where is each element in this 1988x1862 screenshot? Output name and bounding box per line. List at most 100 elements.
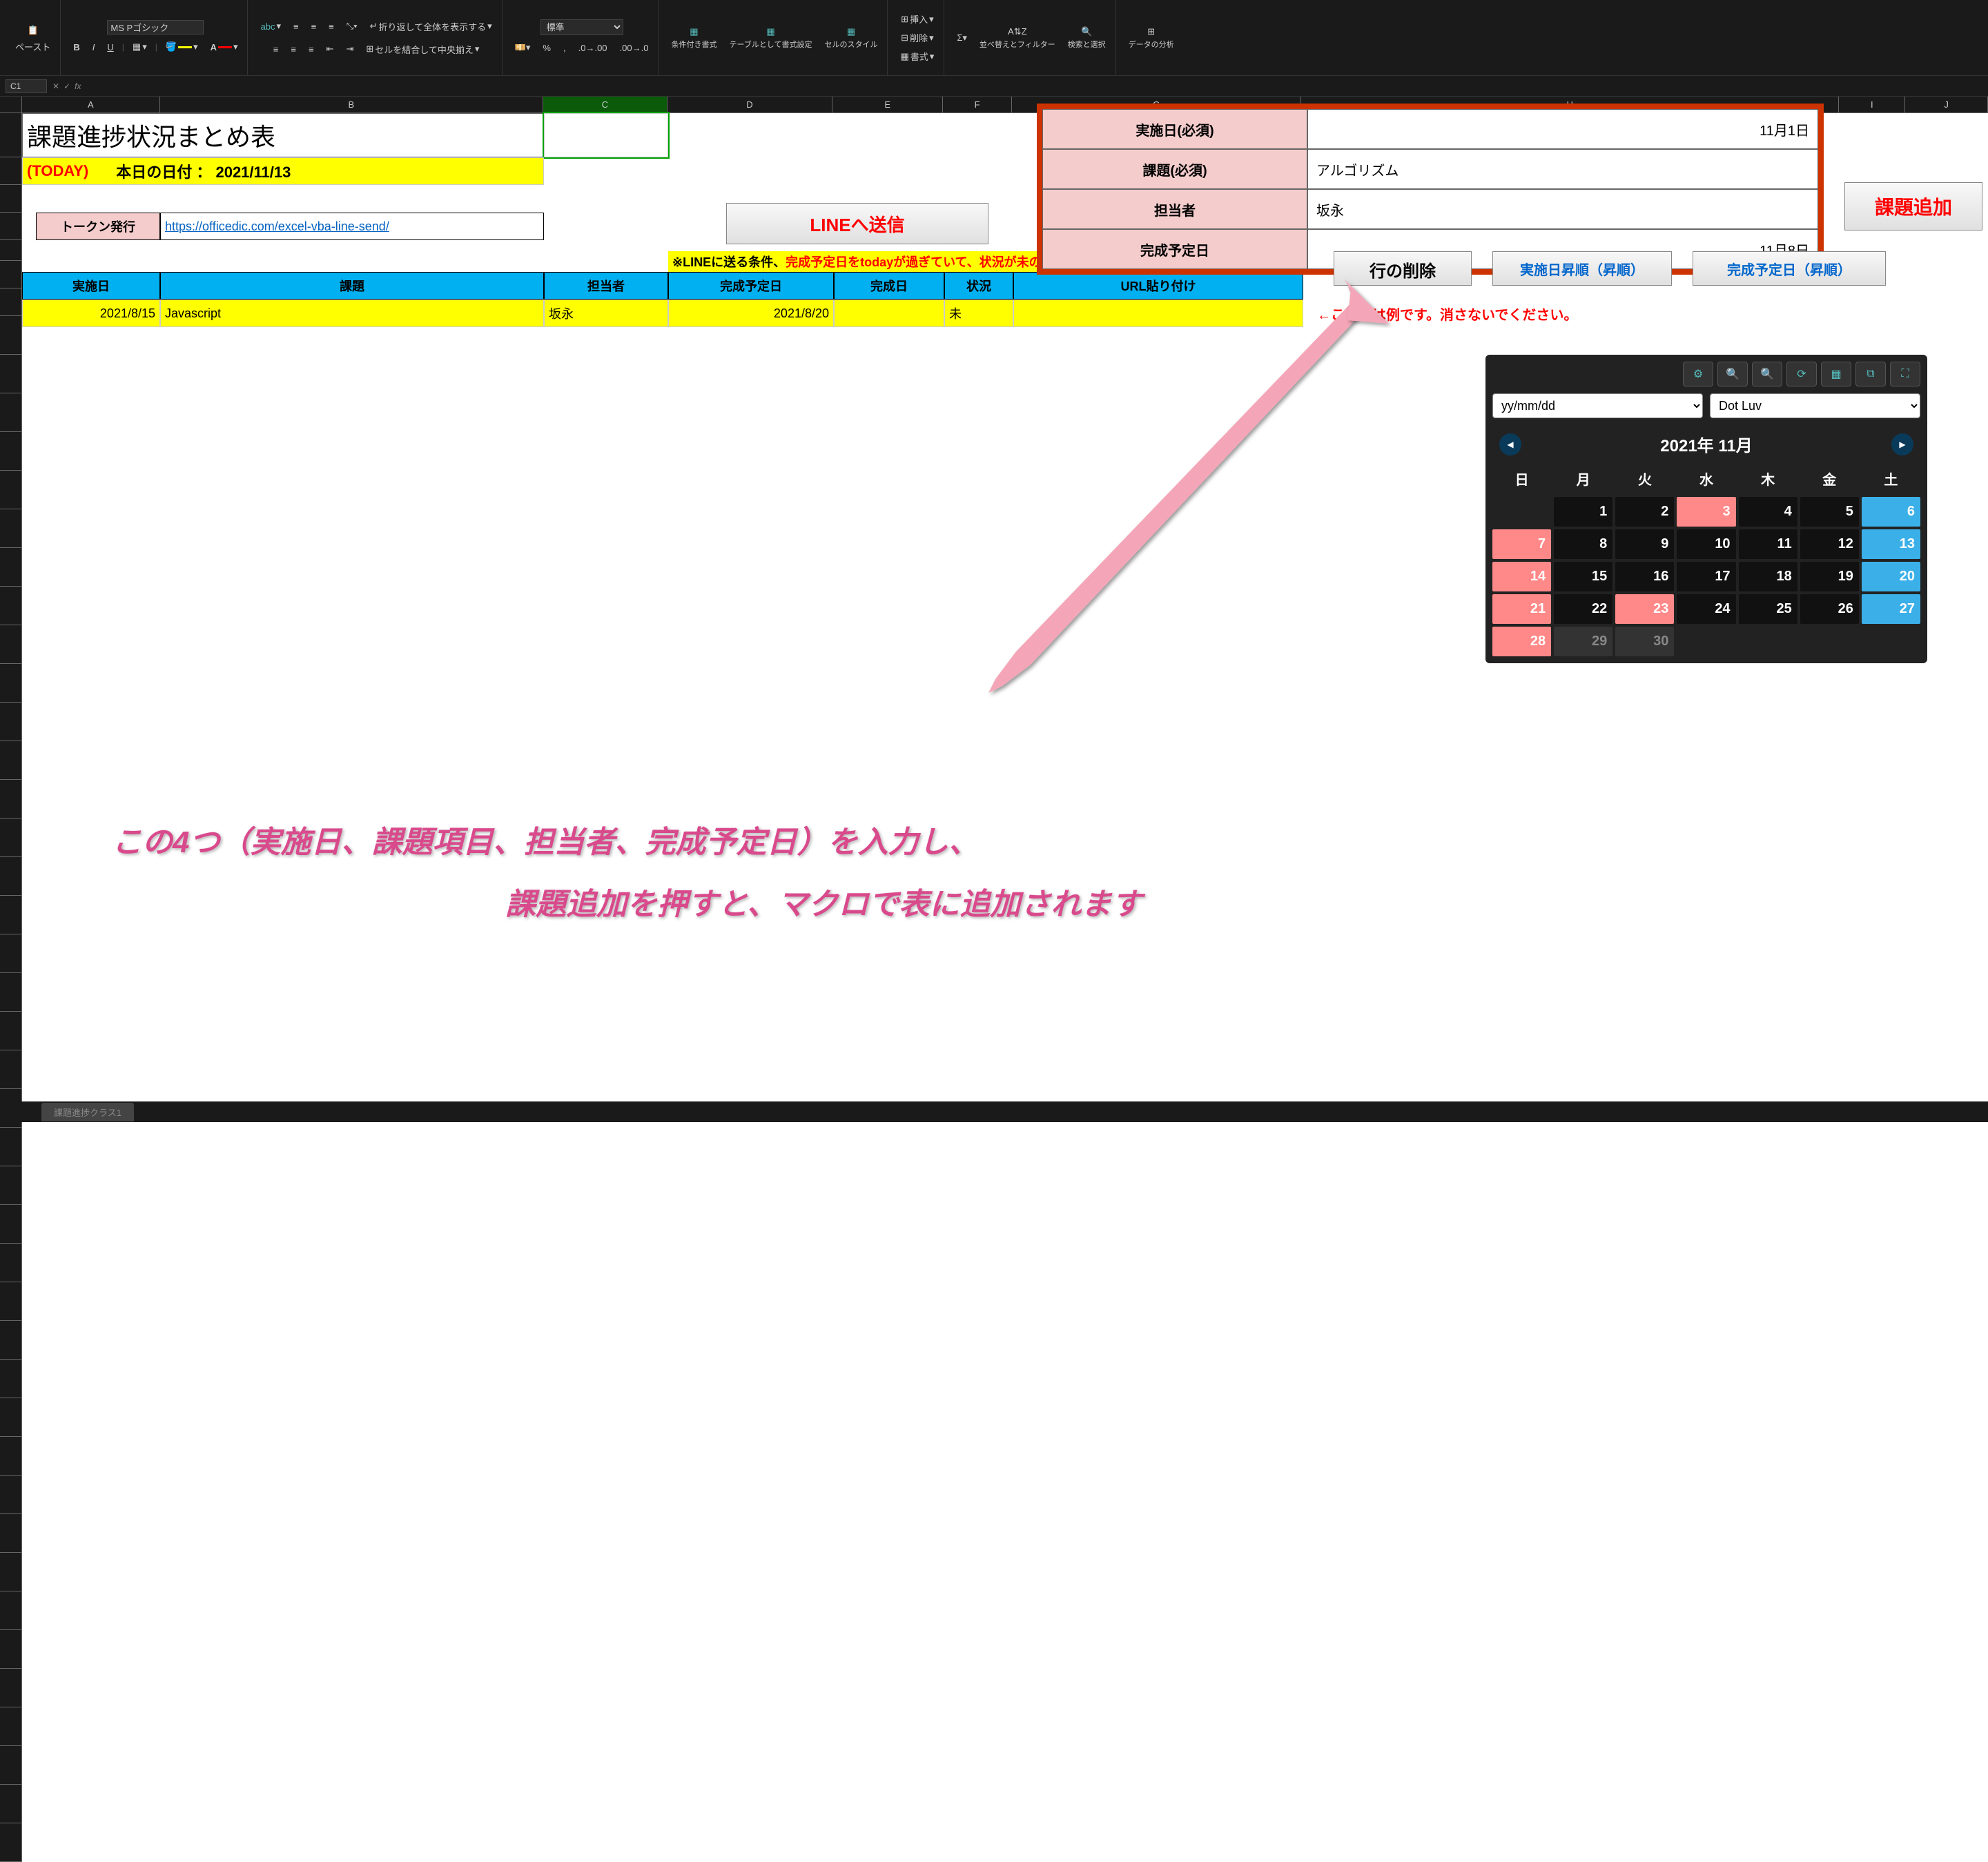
indent-inc-button[interactable]: ⇥ (342, 41, 358, 57)
input-val-owner[interactable]: 坂永 (1307, 189, 1818, 229)
delete-cells-button[interactable]: ⊟削除▾ (897, 28, 937, 47)
borders-button[interactable]: ▦▾ (128, 39, 151, 55)
name-box[interactable] (6, 79, 47, 93)
align-bottom-button[interactable]: ≡ (324, 19, 338, 35)
cal-day[interactable]: 4 (1739, 497, 1797, 527)
italic-button[interactable]: I (88, 39, 99, 55)
row-header-12[interactable] (0, 471, 22, 509)
increase-decimal-button[interactable]: .0→.00 (574, 40, 612, 56)
row-header-4[interactable] (0, 213, 22, 240)
cal-day[interactable]: 17 (1677, 562, 1735, 591)
row-header-32[interactable] (0, 1244, 22, 1282)
sort-date-button[interactable]: 実施日昇順（昇順） (1492, 251, 1672, 286)
analyze-data-button[interactable]: ⊞データの分析 (1124, 23, 1178, 52)
cal-day[interactable]: 7 (1492, 529, 1551, 559)
cal-day[interactable]: 10 (1677, 529, 1735, 559)
cal-day[interactable]: 18 (1739, 562, 1797, 591)
find-select-button[interactable]: 🔍検索と選択 (1064, 23, 1110, 52)
cell-styles-button[interactable]: ▦セルのスタイル (820, 23, 881, 52)
cal-day[interactable]: 28 (1492, 627, 1551, 656)
col-header-b[interactable]: B (160, 97, 543, 112)
row-header-17[interactable] (0, 664, 22, 703)
row-header-41[interactable] (0, 1591, 22, 1630)
row-header-40[interactable] (0, 1553, 22, 1591)
sample-url[interactable] (1013, 300, 1303, 327)
indent-dec-button[interactable]: ⇤ (322, 41, 338, 57)
col-header-a[interactable]: A (22, 97, 160, 112)
row-header-26[interactable] (0, 1012, 22, 1050)
row-header-31[interactable] (0, 1205, 22, 1244)
row-header-11[interactable] (0, 432, 22, 471)
cal-day[interactable]: 23 (1615, 594, 1674, 624)
select-all-corner[interactable] (0, 97, 22, 112)
sample-task[interactable]: Javascript (160, 300, 544, 327)
row-header-13[interactable] (0, 509, 22, 548)
cal-zoom-in-button[interactable]: 🔍 (1717, 362, 1748, 386)
orientation-button[interactable]: ⤡▾ (342, 18, 362, 35)
insert-cells-button[interactable]: ⊞挿入▾ (897, 10, 937, 28)
delete-row-button[interactable]: 行の削除 (1334, 251, 1472, 286)
token-button-cell[interactable]: トークン発行 (36, 213, 160, 240)
title-cell[interactable]: 課題進捗状況まとめ表 (22, 113, 544, 157)
col-header-i[interactable]: I (1839, 97, 1905, 112)
col-header-f[interactable]: F (943, 97, 1012, 112)
row-header-19[interactable] (0, 741, 22, 780)
cal-day[interactable]: 8 (1554, 529, 1612, 559)
paste-button[interactable]: 📋 ペースト (11, 19, 55, 56)
cal-day[interactable]: 22 (1554, 594, 1612, 624)
sample-done[interactable] (834, 300, 944, 327)
hdr-url[interactable]: URL貼り付け (1013, 272, 1303, 300)
cal-day[interactable]: 25 (1739, 594, 1797, 624)
cal-day[interactable]: 27 (1862, 594, 1920, 624)
row-header-37[interactable] (0, 1437, 22, 1476)
confirm-icon[interactable]: ✓ (64, 81, 70, 91)
theme-select[interactable]: Dot Luv (1710, 393, 1920, 418)
underline-button[interactable]: U (103, 39, 117, 55)
row-header-25[interactable] (0, 973, 22, 1012)
today-row[interactable]: (TODAY) 本日の日付 ： 2021/11/13 (22, 157, 544, 185)
autosum-button[interactable]: Σ▾ (953, 30, 971, 46)
sample-owner[interactable]: 坂永 (544, 300, 668, 327)
row-header-46[interactable] (0, 1785, 22, 1823)
formula-input[interactable] (86, 81, 1982, 91)
cal-prev-button[interactable]: ◀ (1499, 433, 1521, 455)
input-val-date[interactable]: 11月1日 (1307, 109, 1818, 149)
row-header-20[interactable] (0, 780, 22, 819)
cal-day[interactable]: 20 (1862, 562, 1920, 591)
row-header-14[interactable] (0, 548, 22, 587)
row-header-2[interactable] (0, 157, 22, 185)
format-table-button[interactable]: ▦テーブルとして書式設定 (725, 23, 816, 52)
row-header-35[interactable] (0, 1360, 22, 1398)
row-header-24[interactable] (0, 934, 22, 973)
line-send-button[interactable]: LINEへ送信 (726, 203, 988, 244)
cal-day[interactable]: 29 (1554, 627, 1612, 656)
cal-day[interactable]: 26 (1800, 594, 1859, 624)
row-header-23[interactable] (0, 896, 22, 934)
number-format-select[interactable]: 標準 (540, 19, 623, 35)
sample-status[interactable]: 未 (944, 300, 1013, 327)
row-header-7[interactable] (0, 288, 22, 316)
sheet-tab-1[interactable]: 課題進捗クラス1 (41, 1103, 134, 1121)
row-header-45[interactable] (0, 1746, 22, 1785)
vba-link[interactable]: https://officedic.com/excel-vba-line-sen… (165, 219, 389, 234)
cal-day[interactable]: 13 (1862, 529, 1920, 559)
cal-day[interactable]: 14 (1492, 562, 1551, 591)
cal-day[interactable]: 9 (1615, 529, 1674, 559)
date-format-select[interactable]: yy/mm/dd (1492, 393, 1703, 418)
conditional-format-button[interactable]: ▦条件付き書式 (667, 23, 721, 52)
cal-day[interactable]: 3 (1677, 497, 1735, 527)
cal-day[interactable]: 24 (1677, 594, 1735, 624)
wrap-text-button[interactable]: ↵折り返して全体を表示する▾ (366, 17, 496, 36)
phonetic-button[interactable]: abc▾ (256, 18, 285, 35)
merge-center-button[interactable]: ⊞セルを結合して中央揃え▾ (362, 40, 483, 59)
selected-cell-c1[interactable] (544, 113, 668, 157)
sample-due[interactable]: 2021/8/20 (668, 300, 834, 327)
cancel-icon[interactable]: ✕ (52, 81, 59, 91)
row-header-9[interactable] (0, 355, 22, 393)
row-header-44[interactable] (0, 1707, 22, 1746)
align-top-button[interactable]: ≡ (289, 19, 303, 35)
percent-button[interactable]: % (538, 40, 555, 56)
cal-zoom-out-button[interactable]: 🔍 (1752, 362, 1782, 386)
row-header-8[interactable] (0, 316, 22, 355)
row-header-42[interactable] (0, 1630, 22, 1669)
